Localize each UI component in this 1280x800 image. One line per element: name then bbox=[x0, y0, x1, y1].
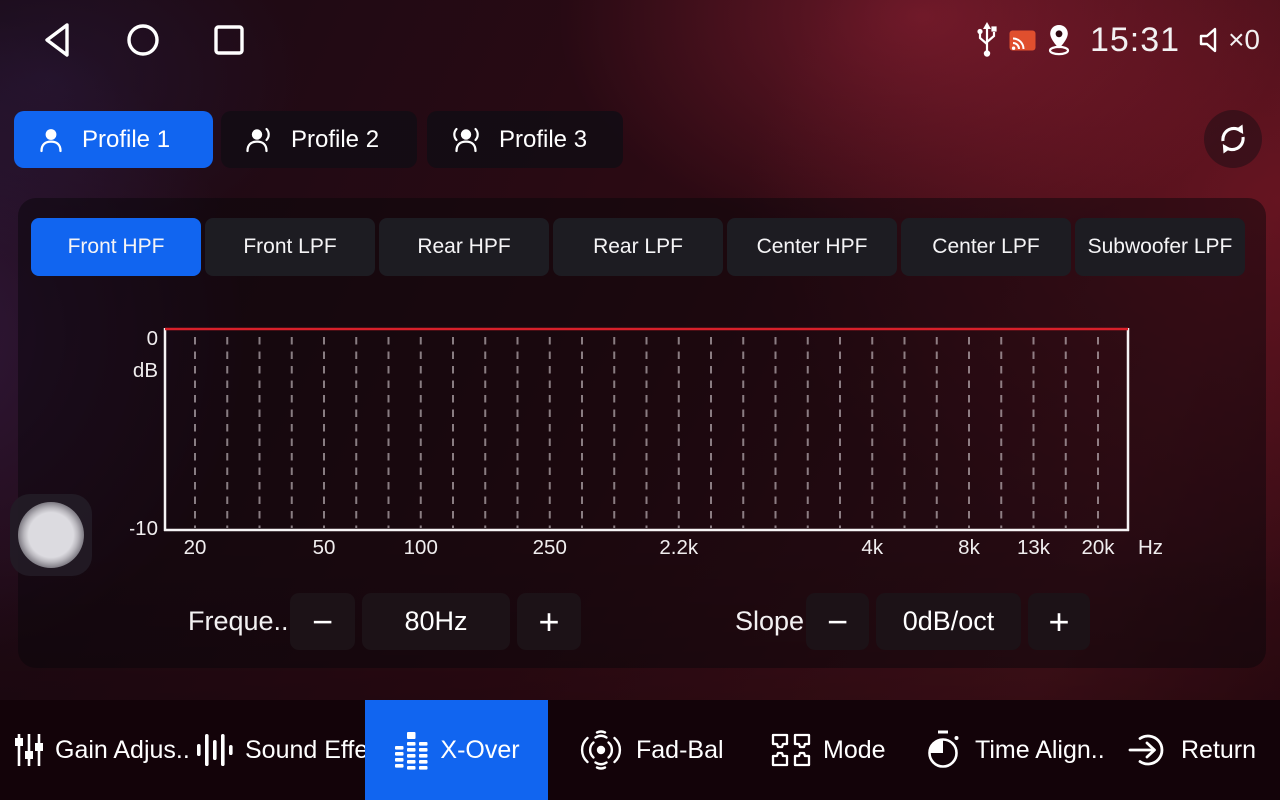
person-broadcast-both-icon bbox=[449, 125, 483, 155]
tab-rear-hpf[interactable]: Rear HPF bbox=[379, 218, 549, 276]
home-icon bbox=[124, 20, 162, 60]
status-bar: 15:31 ×0 bbox=[0, 0, 1280, 80]
home-button[interactable] bbox=[124, 20, 162, 60]
nav-gain-adjust[interactable]: Gain Adjus.. bbox=[14, 700, 190, 800]
mode-icon bbox=[770, 731, 812, 769]
xover-icon bbox=[393, 729, 429, 771]
sound-effect-icon bbox=[196, 729, 234, 771]
location-icon bbox=[1046, 24, 1072, 56]
android-nav-keys bbox=[38, 20, 248, 60]
svg-text:250: 250 bbox=[533, 536, 567, 559]
tab-center-lpf[interactable]: Center LPF bbox=[901, 218, 1071, 276]
svg-text:8k: 8k bbox=[958, 536, 980, 559]
person-icon bbox=[36, 125, 66, 155]
profile-label: Profile 2 bbox=[291, 126, 379, 154]
svg-text:dB: dB bbox=[133, 359, 158, 382]
slope-value: 0dB/oct bbox=[876, 593, 1021, 650]
nav-time-align[interactable]: Time Align.. bbox=[924, 700, 1105, 800]
recents-icon bbox=[210, 20, 248, 60]
profile-label: Profile 1 bbox=[82, 126, 170, 154]
frequency-minus-button[interactable]: − bbox=[290, 593, 355, 650]
return-icon bbox=[1128, 729, 1170, 771]
profile-1-button[interactable]: Profile 1 bbox=[14, 111, 213, 168]
slope-minus-button[interactable]: − bbox=[806, 593, 869, 650]
slope-label: Slope bbox=[735, 592, 804, 650]
nav-mode[interactable]: Mode bbox=[770, 700, 886, 800]
profile-bar: Profile 1 Profile 2 Profile 3 bbox=[0, 110, 1280, 170]
chart-gridlines bbox=[195, 337, 1098, 528]
xover-chart[interactable]: 20 50 100 250 2.2k 4k 8k 13k 20k Hz 0 dB -10 bbox=[130, 315, 1170, 565]
svg-text:Hz: Hz bbox=[1138, 536, 1163, 559]
floating-knob[interactable] bbox=[10, 494, 92, 576]
refresh-button[interactable] bbox=[1204, 110, 1262, 168]
profile-label: Profile 3 bbox=[499, 126, 587, 154]
usb-icon bbox=[975, 21, 999, 59]
tab-center-hpf[interactable]: Center HPF bbox=[727, 218, 897, 276]
nav-xover[interactable]: X-Over bbox=[365, 700, 548, 800]
svg-text:20: 20 bbox=[184, 536, 207, 559]
tab-front-hpf[interactable]: Front HPF bbox=[31, 218, 201, 276]
svg-text:-10: -10 bbox=[130, 517, 158, 540]
frequency-plus-button[interactable]: + bbox=[517, 593, 581, 650]
status-icons: 15:31 ×0 bbox=[975, 14, 1260, 66]
volume-muted-icon bbox=[1196, 26, 1226, 54]
knob-icon bbox=[18, 502, 84, 568]
filter-tabs: Front HPF Front LPF Rear HPF Rear LPF Ce… bbox=[31, 218, 1245, 276]
nav-label: Time Align.. bbox=[975, 736, 1105, 765]
tab-front-lpf[interactable]: Front LPF bbox=[205, 218, 375, 276]
profile-3-button[interactable]: Profile 3 bbox=[427, 111, 623, 168]
nav-label: Mode bbox=[823, 736, 886, 765]
frequency-label: Freque.. bbox=[188, 592, 289, 650]
volume-status: ×0 bbox=[1196, 24, 1260, 56]
gain-adjust-icon bbox=[14, 731, 44, 769]
frequency-value: 80Hz bbox=[362, 593, 510, 650]
svg-text:20k: 20k bbox=[1081, 536, 1115, 559]
back-icon bbox=[38, 20, 76, 60]
tab-subwoofer-lpf[interactable]: Subwoofer LPF bbox=[1075, 218, 1245, 276]
recents-button[interactable] bbox=[210, 20, 248, 60]
fad-bal-icon bbox=[577, 729, 625, 771]
screen: { "status_bar": { "time": "15:31", "volu… bbox=[0, 0, 1280, 800]
time-align-icon bbox=[924, 729, 964, 771]
tab-rear-lpf[interactable]: Rear LPF bbox=[553, 218, 723, 276]
nav-return[interactable]: Return bbox=[1128, 700, 1256, 800]
clock: 15:31 bbox=[1090, 21, 1180, 60]
svg-text:4k: 4k bbox=[861, 536, 883, 559]
svg-text:2.2k: 2.2k bbox=[659, 536, 698, 559]
svg-text:0: 0 bbox=[147, 327, 158, 350]
svg-text:100: 100 bbox=[404, 536, 438, 559]
svg-text:13k: 13k bbox=[1017, 536, 1051, 559]
svg-text:50: 50 bbox=[313, 536, 336, 559]
profile-2-button[interactable]: Profile 2 bbox=[221, 111, 417, 168]
volume-level: ×0 bbox=[1228, 24, 1260, 56]
nav-label: Sound Effe.. bbox=[245, 736, 382, 765]
nav-fad-bal[interactable]: Fad-Bal bbox=[577, 700, 724, 800]
nav-label: Gain Adjus.. bbox=[55, 736, 190, 765]
back-button[interactable] bbox=[38, 20, 76, 60]
slope-plus-button[interactable]: + bbox=[1028, 593, 1090, 650]
nav-label: Return bbox=[1181, 736, 1256, 765]
nav-label: Fad-Bal bbox=[636, 736, 724, 765]
person-broadcast-icon bbox=[243, 125, 275, 155]
nav-sound-effect[interactable]: Sound Effe.. bbox=[196, 700, 382, 800]
refresh-icon bbox=[1216, 122, 1250, 156]
cast-icon bbox=[1009, 30, 1036, 51]
nav-label: X-Over bbox=[440, 736, 519, 765]
bottom-nav: Gain Adjus.. Sound Effe.. X-Over bbox=[0, 700, 1280, 800]
